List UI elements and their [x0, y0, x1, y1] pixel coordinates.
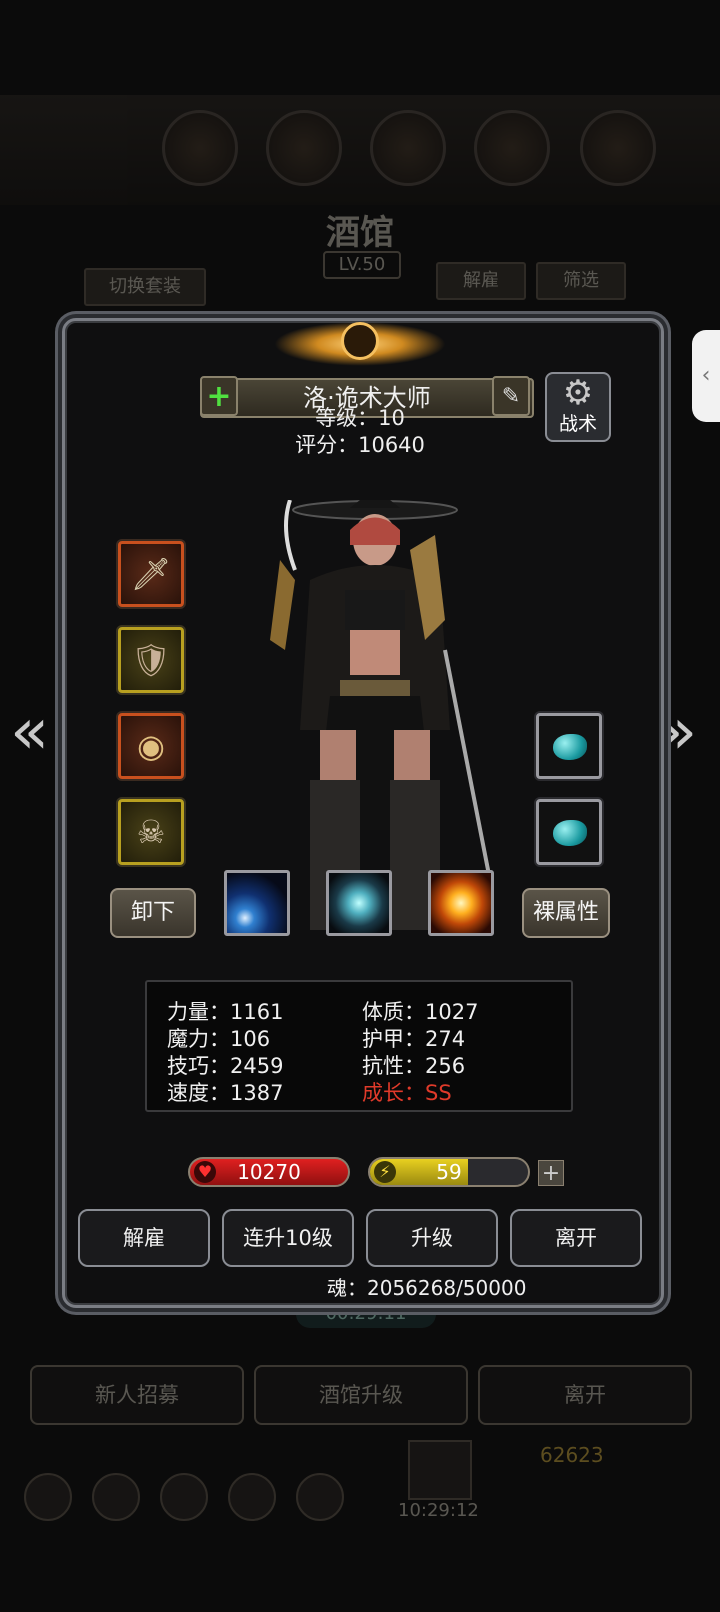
gem-slot[interactable]: [536, 713, 602, 779]
stat-resistance: 抗性：256: [362, 1054, 466, 1078]
tavern-level-badge: LV.50: [323, 251, 401, 279]
recruit-button: 新人招募: [30, 1365, 244, 1425]
stat-armor: 护甲：274: [362, 1027, 466, 1051]
dismiss-button[interactable]: 解雇: [78, 1209, 210, 1267]
stat-skill: 技巧：2459: [167, 1054, 284, 1078]
resource-icon: [580, 110, 656, 186]
resource-icon: [266, 110, 342, 186]
tavern-title: 酒馆: [326, 213, 394, 253]
weapon-slot[interactable]: 🗡: [118, 541, 184, 607]
ring-slot[interactable]: ◉: [118, 713, 184, 779]
turquoise-gem-icon: [553, 820, 587, 846]
menu-icon: [296, 1473, 344, 1521]
mask-slot[interactable]: ☠: [118, 799, 184, 865]
hp-value: 10270: [237, 1160, 301, 1184]
hp-bar: ♥ 10270: [188, 1157, 350, 1187]
slash-skill-icon[interactable]: [326, 870, 392, 936]
mask-icon: ☠: [136, 813, 166, 851]
eye-ornament-icon: [341, 322, 379, 360]
energy-bar: ⚡ 59: [368, 1157, 530, 1187]
gem-slot[interactable]: [536, 799, 602, 865]
resource-icon: [162, 110, 238, 186]
bg-dismiss-button: 解雇: [436, 262, 526, 300]
filter-button: 筛选: [536, 262, 626, 300]
menu-icon: [228, 1473, 276, 1521]
hero-score: 评分：10640: [295, 433, 425, 457]
stat-magic: 魔力：106: [167, 1027, 271, 1051]
energy-value: 59: [436, 1160, 462, 1184]
resource-icon: [474, 110, 550, 186]
unequip-button[interactable]: 卸下: [110, 888, 196, 938]
fire-burst-skill-icon[interactable]: [428, 870, 494, 936]
light-beam-skill-icon[interactable]: [224, 870, 290, 936]
leave-button[interactable]: 离开: [510, 1209, 642, 1267]
menu-icon: [160, 1473, 208, 1521]
soul-counter: 魂：2056268/50000: [327, 1276, 527, 1300]
previous-hero-arrow-icon[interactable]: «: [10, 700, 49, 764]
clock-text: 10:29:12: [398, 1500, 479, 1521]
bg-leave-button: 离开: [478, 1365, 692, 1425]
stat-growth: 成长：SS: [362, 1081, 452, 1105]
ring-icon: ◉: [137, 727, 165, 765]
stats-panel: 力量：1161 魔力：106 技巧：2459 速度：1387 体质：1027 护…: [145, 980, 573, 1112]
armor-icon: 🛡: [130, 641, 172, 679]
hero-level: 等级：10: [315, 406, 405, 430]
resource-icon: [370, 110, 446, 186]
gold-amount: 62623: [540, 1443, 604, 1467]
base-attributes-button[interactable]: 裸属性: [522, 888, 610, 938]
upgrade-tavern-button: 酒馆升级: [254, 1365, 468, 1425]
level-up-10-button[interactable]: 连升10级: [222, 1209, 354, 1267]
switch-outfit-button: 切换套装: [84, 268, 206, 306]
armor-slot[interactable]: 🛡: [118, 627, 184, 693]
weapon-icon: 🗡: [130, 555, 172, 593]
menu-icon: [24, 1473, 72, 1521]
menu-icon: [92, 1473, 140, 1521]
stat-constitution: 体质：1027: [362, 1000, 479, 1024]
add-energy-button[interactable]: +: [538, 1160, 564, 1186]
upgrade-button[interactable]: 升级: [366, 1209, 498, 1267]
turquoise-gem-icon: [553, 734, 587, 760]
stat-speed: 速度：1387: [167, 1081, 284, 1105]
chest-icon: [408, 1440, 472, 1500]
stat-strength: 力量：1161: [167, 1000, 284, 1024]
